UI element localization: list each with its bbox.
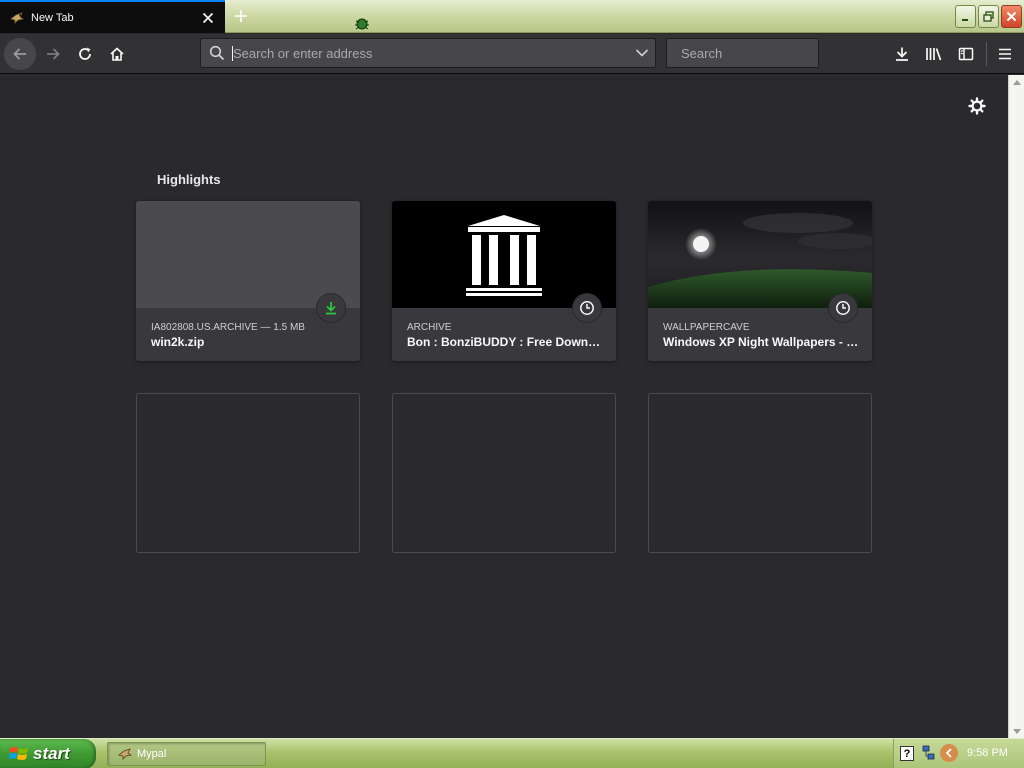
address-bar[interactable]: [200, 38, 656, 68]
mypal-favicon-icon: [10, 11, 25, 24]
scroll-down-button[interactable]: [1011, 726, 1023, 736]
download-icon: [326, 302, 336, 315]
empty-highlight-slot: [392, 393, 616, 553]
empty-highlight-slot: [136, 393, 360, 553]
home-button[interactable]: [101, 38, 133, 70]
address-dropdown-button[interactable]: [629, 40, 655, 66]
card-source: ARCHIVE: [407, 322, 452, 333]
clock[interactable]: 9:58 PM: [967, 747, 1008, 759]
toolbar-separator: [986, 42, 987, 66]
search-bar[interactable]: [666, 38, 857, 68]
reload-icon: [79, 47, 91, 60]
card-source: IA802808.US.ARCHIVE — 1.5 MB: [151, 322, 305, 333]
search-input[interactable]: [681, 39, 857, 67]
card-source: WALLPAPERCAVE: [663, 322, 750, 333]
help-icon[interactable]: ?: [900, 746, 914, 761]
clock-icon: [836, 301, 850, 315]
search-icon: [209, 45, 225, 61]
night-landscape-image: [648, 213, 872, 308]
sidebar-toggle-button[interactable]: [950, 38, 982, 70]
bug-icon: [355, 18, 369, 30]
hamburger-menu-icon: [999, 48, 1011, 60]
card-title: Bon : BonziBUDDY : Free Download, Borrow…: [407, 335, 603, 349]
windows-flag-icon: [9, 747, 28, 760]
newtab-settings-button[interactable]: [964, 93, 990, 119]
tab-title: New Tab: [31, 11, 74, 24]
tab-close-button[interactable]: [197, 7, 219, 29]
triangle-down-icon: [1013, 728, 1021, 734]
highlights-heading: Highlights: [157, 172, 221, 187]
highlight-card[interactable]: IA802808.US.ARCHIVE — 1.5 MB win2k.zip: [136, 201, 360, 361]
downloads-button[interactable]: [886, 38, 918, 70]
card-thumbnail: [392, 201, 616, 308]
highlight-card[interactable]: WALLPAPERCAVE Windows XP Night Wallpaper…: [648, 201, 872, 361]
card-thumbnail: [136, 201, 360, 308]
show-hidden-icons-button[interactable]: [940, 744, 958, 762]
taskbar: start Mypal ? 9:58 PM: [0, 738, 1024, 768]
restore-icon: [983, 11, 994, 22]
browser-titlebar: New Tab: [0, 0, 1024, 33]
triangle-up-icon: [1013, 79, 1021, 85]
navigation-toolbar: [0, 34, 1024, 74]
reload-button[interactable]: [69, 38, 101, 70]
chevron-left-icon: [945, 748, 952, 758]
start-label: start: [33, 744, 70, 763]
new-tab-button[interactable]: [229, 4, 253, 28]
library-icon: [926, 48, 942, 61]
taskbar-item-mypal[interactable]: Mypal: [107, 742, 266, 766]
vertical-scrollbar[interactable]: [1008, 75, 1024, 738]
window-close-button[interactable]: [1001, 5, 1022, 28]
back-button[interactable]: [4, 38, 36, 70]
arrow-left-icon: [13, 48, 26, 60]
plus-icon: [235, 10, 247, 22]
card-history-badge: [828, 293, 858, 323]
home-icon: [110, 47, 124, 61]
address-input[interactable]: [233, 39, 629, 67]
new-tab-page: Highlights IA802808.US.ARCHIVE — 1.5 MB …: [0, 75, 1008, 738]
card-title: Windows XP Night Wallpapers - Wallpaper …: [663, 335, 859, 349]
window-minimize-button[interactable]: [955, 5, 976, 28]
clock-icon: [580, 301, 594, 315]
minimize-icon: [961, 18, 968, 21]
empty-highlight-slot: [648, 393, 872, 553]
scroll-up-button[interactable]: [1011, 77, 1023, 87]
internet-archive-logo-icon: [466, 214, 542, 296]
network-icon[interactable]: [922, 744, 936, 762]
card-thumbnail: [648, 201, 872, 308]
download-icon: [896, 47, 908, 61]
card-history-badge: [572, 293, 602, 323]
close-icon: [1006, 11, 1017, 22]
arrow-right-icon: [47, 48, 60, 60]
highlight-card[interactable]: ARCHIVE Bon : BonziBUDDY : Free Download…: [392, 201, 616, 361]
sidebar-icon: [958, 47, 974, 61]
taskbar-item-label: Mypal: [137, 748, 167, 760]
close-icon: [202, 12, 214, 23]
window-restore-button[interactable]: [978, 5, 999, 28]
forward-button[interactable]: [37, 38, 69, 70]
mypal-favicon-icon: [118, 748, 133, 760]
tab-new-tab[interactable]: New Tab: [0, 0, 225, 33]
start-button[interactable]: start: [0, 739, 96, 768]
chevron-down-icon: [635, 49, 649, 57]
menu-button[interactable]: [989, 38, 1021, 70]
gear-icon: [968, 97, 986, 115]
card-title: win2k.zip: [151, 335, 205, 349]
system-tray: ? 9:58 PM: [893, 739, 1024, 768]
card-download-badge: [316, 293, 346, 323]
library-button[interactable]: [918, 38, 950, 70]
